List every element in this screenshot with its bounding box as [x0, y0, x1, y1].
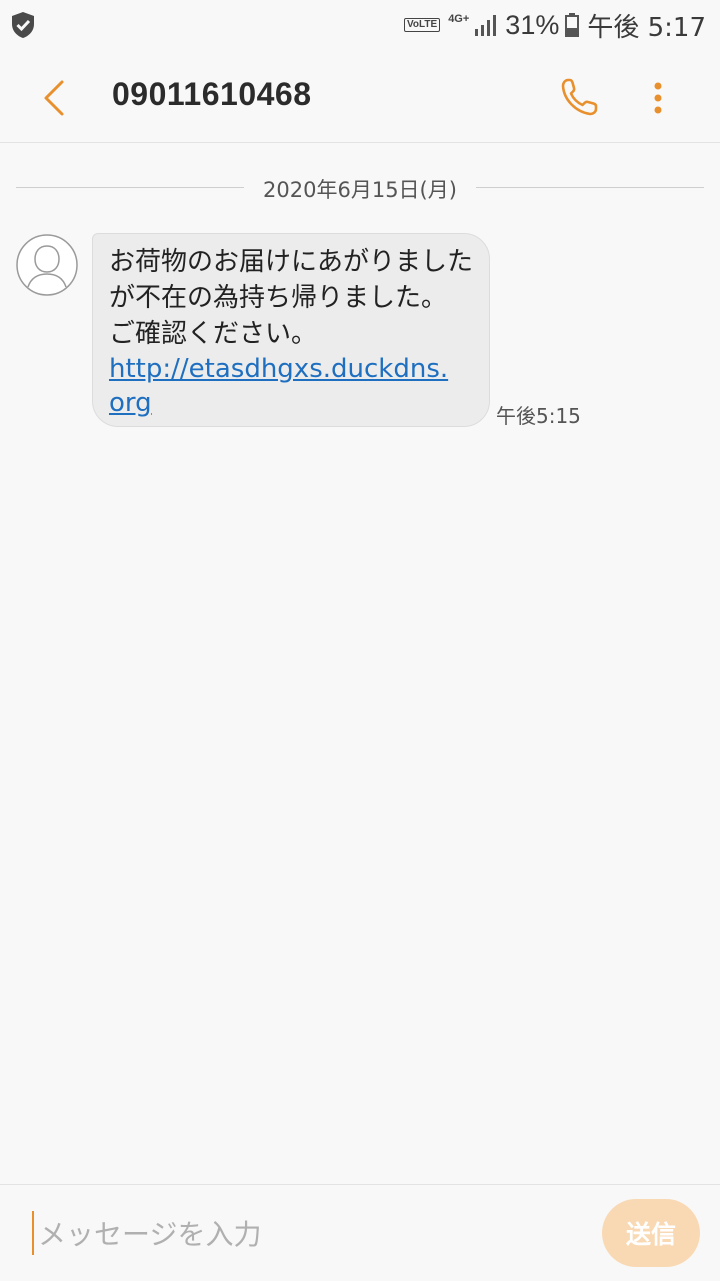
contact-number-title[interactable]: 09011610468 [112, 76, 312, 113]
conversation-date: 2020年6月15日(月) [263, 178, 457, 202]
conversation-header: 09011610468 [0, 50, 720, 143]
message-input[interactable] [36, 1205, 580, 1263]
date-divider: 2020年6月15日(月) [16, 172, 704, 202]
more-vert-icon [654, 82, 662, 114]
network-type: 4G+ [448, 13, 470, 25]
message-text: お荷物のお届けにあがりましたが不在の為持ち帰りました。 ご確認ください。 [109, 247, 474, 349]
message-bubble[interactable]: お荷物のお届けにあがりましたが不在の為持ち帰りました。 ご確認ください。 htt… [92, 233, 490, 427]
status-clock: 午後 5:17 [587, 12, 706, 43]
composer-bar: 送信 [0, 1184, 720, 1281]
back-button[interactable] [30, 76, 78, 120]
divider-line [476, 187, 704, 188]
battery-percent: 31% [505, 9, 560, 40]
send-button[interactable]: 送信 [602, 1199, 700, 1267]
status-right: VoLTE 4G+ 31% 午後 5:17 [404, 0, 706, 50]
shield-check-icon [12, 12, 34, 38]
person-avatar-icon[interactable] [16, 234, 78, 296]
message-link[interactable]: http://etasdhgxs.duckdns.org [109, 352, 449, 420]
call-button[interactable] [556, 76, 604, 120]
message-timestamp: 午後5:15 [496, 404, 581, 428]
phone-icon [561, 78, 598, 116]
battery-icon [565, 13, 580, 37]
status-bar: VoLTE 4G+ 31% 午後 5:17 [0, 0, 720, 50]
text-cursor [32, 1211, 34, 1255]
volte-indicator: VoLTE [404, 18, 441, 32]
more-options-button[interactable] [640, 74, 676, 122]
signal-icon [475, 15, 497, 36]
back-arrow-icon [44, 80, 64, 116]
